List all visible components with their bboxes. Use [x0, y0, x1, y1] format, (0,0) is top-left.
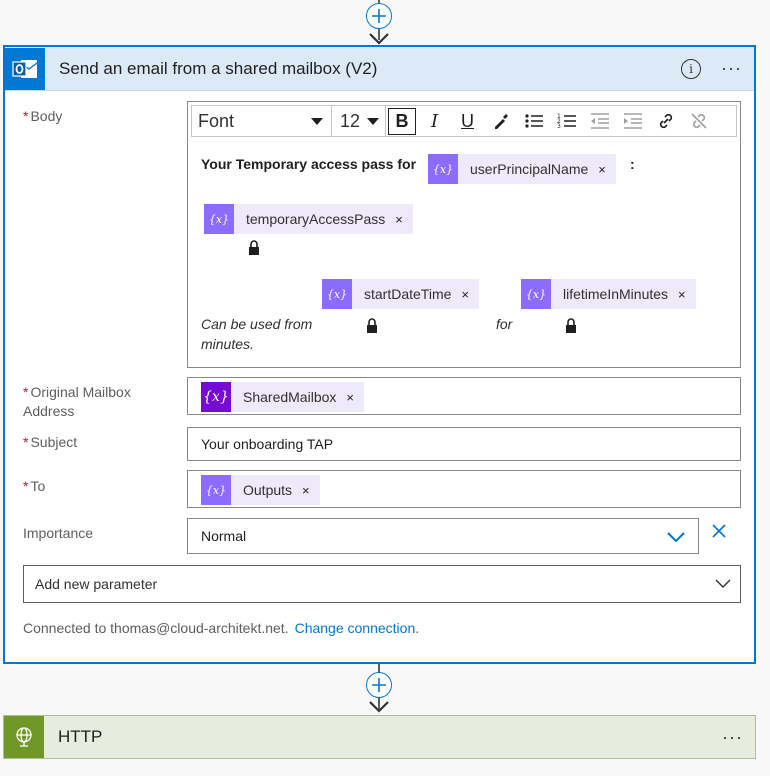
clear-icon[interactable] [711, 523, 727, 539]
expression-icon: {x} [204, 204, 234, 234]
connection-info: Connected to thomas@cloud-architekt.net.… [23, 620, 420, 636]
info-icon[interactable]: i [681, 58, 702, 79]
add-step-button-top[interactable] [366, 3, 392, 29]
token-temporary-access-pass[interactable]: {x} temporaryAccessPass × [204, 204, 413, 234]
remove-token-icon[interactable]: × [395, 212, 403, 227]
chevron-down-icon [667, 532, 685, 543]
remove-token-icon[interactable]: × [598, 162, 606, 177]
token-lifetime-in-minutes[interactable]: {x} lifetimeInMinutes × [521, 279, 696, 309]
chevron-down-icon [367, 118, 379, 125]
arrow-down-icon [369, 33, 389, 45]
bullet-list-icon[interactable] [517, 106, 550, 136]
for-text: for [496, 316, 513, 332]
expression-icon: {x} [428, 154, 458, 184]
minutes-text: minutes. [201, 336, 254, 352]
lock-icon [566, 318, 576, 333]
body-colon: : [630, 156, 635, 172]
lock-icon [249, 240, 259, 255]
expression-icon: {x} [521, 279, 551, 309]
token-outputs[interactable]: {x} Outputs × [201, 475, 320, 505]
font-select[interactable]: Font [192, 106, 332, 136]
arrow-down-icon [369, 701, 389, 713]
chevron-down-icon [715, 579, 731, 588]
link-icon[interactable] [649, 106, 682, 136]
http-card-title: HTTP [58, 727, 103, 746]
action-card-http[interactable]: HTTP ··· [3, 715, 756, 759]
underline-button[interactable]: U [451, 106, 484, 136]
numbered-list-icon[interactable]: 123 [550, 106, 583, 136]
rich-text-toolbar: Font 12 B I U 123 [191, 105, 737, 137]
remove-token-icon[interactable]: × [678, 287, 686, 302]
outlook-icon [5, 47, 45, 90]
mailbox-label: * Original Mailbox Address [23, 384, 131, 419]
body-label: * Body [23, 108, 63, 124]
chevron-down-icon [311, 118, 323, 125]
increase-indent-icon[interactable] [616, 106, 649, 136]
decrease-indent-icon[interactable] [583, 106, 616, 136]
change-connection-link[interactable]: Change connection. [295, 620, 420, 636]
card-title: Send an email from a shared mailbox (V2) [59, 58, 378, 78]
more-options-button[interactable]: ··· [721, 58, 742, 79]
expression-icon: {x} [322, 279, 352, 309]
color-picker-icon[interactable] [484, 106, 517, 136]
action-card-send-email: Send an email from a shared mailbox (V2)… [3, 45, 756, 664]
importance-dropdown[interactable]: Normal [187, 518, 699, 554]
card-header[interactable]: Send an email from a shared mailbox (V2)… [5, 47, 754, 91]
italic-button[interactable]: I [418, 106, 451, 136]
remove-token-icon[interactable]: × [346, 390, 354, 405]
subject-label: * Subject [23, 434, 78, 450]
svg-text:3: 3 [557, 123, 561, 130]
importance-label: Importance [23, 525, 94, 541]
subject-input[interactable]: Your onboarding TAP [187, 427, 741, 461]
more-options-button[interactable]: ··· [722, 727, 743, 748]
plus-icon [372, 9, 386, 23]
to-field[interactable]: {x} Outputs × [187, 470, 741, 508]
font-size-select[interactable]: 12 [332, 106, 386, 136]
usable-from-text: Can be used from [201, 316, 313, 332]
lock-icon [367, 318, 377, 333]
expression-icon: {x} [201, 475, 231, 505]
body-editor[interactable]: Font 12 B I U 123 Your Temporary access … [187, 101, 741, 368]
add-step-button-bottom[interactable] [366, 672, 392, 698]
token-shared-mailbox[interactable]: {x} SharedMailbox × [201, 382, 364, 412]
to-label: * To [23, 478, 46, 494]
plus-icon [372, 678, 386, 692]
token-start-date-time[interactable]: {x} startDateTime × [322, 279, 479, 309]
bold-button[interactable]: B [388, 107, 416, 135]
variable-icon: {x} [201, 382, 231, 412]
add-parameter-dropdown[interactable]: Add new parameter [23, 565, 741, 603]
remove-token-icon[interactable]: × [461, 287, 469, 302]
remove-token-icon[interactable]: × [302, 483, 310, 498]
body-intro-text: Your Temporary access pass for [201, 156, 417, 172]
mailbox-field[interactable]: {x} SharedMailbox × [187, 377, 741, 415]
token-user-principal-name[interactable]: {x} userPrincipalName × [428, 154, 616, 184]
unlink-icon[interactable] [682, 106, 715, 136]
globe-icon [4, 716, 44, 758]
